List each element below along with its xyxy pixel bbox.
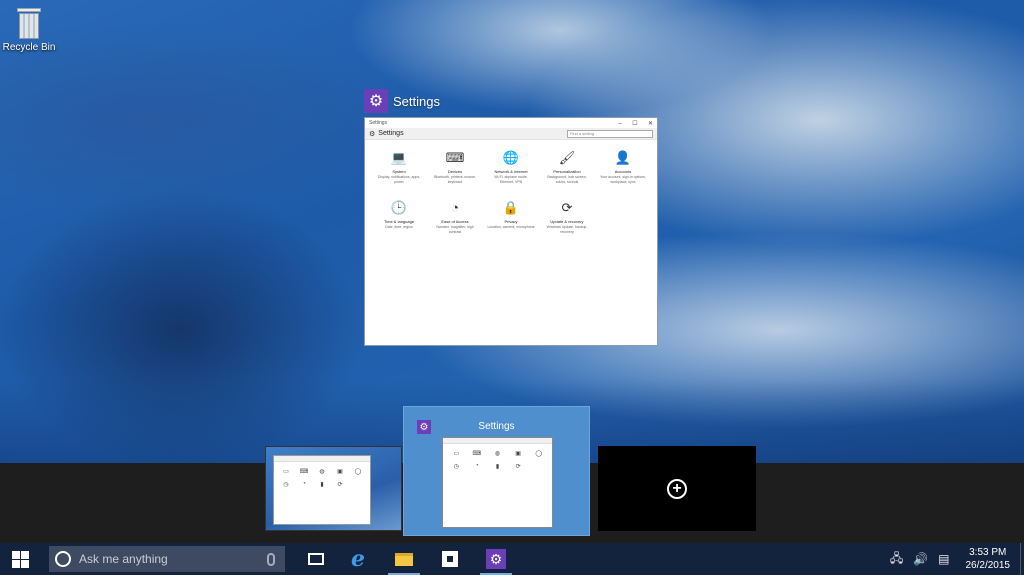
tile-name: System bbox=[392, 169, 406, 174]
tile-description: Windows Update, backup, recovery bbox=[546, 225, 588, 234]
personalization-icon: 🖌 bbox=[558, 150, 576, 165]
settings-header-title: Settings bbox=[378, 130, 404, 137]
window-titlebar: Settings – ☐ ✕ bbox=[365, 118, 657, 128]
task-view-button[interactable] bbox=[296, 543, 336, 575]
taskbar: Ask me anything e ⚙ 🖧 🔊 ▤ 3:53 PM 26/2/2… bbox=[0, 543, 1024, 575]
settings-window-preview[interactable]: Settings – ☐ ✕ ⚙ Settings Find a setting… bbox=[364, 117, 658, 346]
settings-category-grid: 💻 System Display, notifications, apps, pow… bbox=[371, 150, 653, 234]
time-language-icon: 🕒 bbox=[390, 200, 408, 215]
settings-tile[interactable]: ⌨ Devices Bluetooth, printers, mouse, keyb… bbox=[427, 150, 483, 184]
recycle-bin[interactable]: Recycle Bin bbox=[2, 4, 56, 53]
recycle-bin-label: Recycle Bin bbox=[2, 42, 56, 53]
settings-app-icon: ⚙ bbox=[364, 89, 388, 113]
mini-settings-window: ▭ ⌨ ◍ ▣ ◯ ◷ ◔ ▮ ⟳ bbox=[442, 437, 553, 528]
windows-logo-icon bbox=[11, 550, 29, 568]
clock-time: 3:53 PM bbox=[969, 547, 1007, 558]
task-view-icon bbox=[308, 553, 324, 565]
start-button[interactable] bbox=[0, 543, 40, 575]
close-icon: ✕ bbox=[647, 120, 653, 127]
tile-name: Update & recovery bbox=[550, 219, 584, 224]
lock-icon: 🔒 bbox=[502, 200, 520, 215]
minimize-icon: – bbox=[618, 120, 622, 127]
ease-of-access-icon: ◔ bbox=[451, 200, 459, 215]
internet-explorer-button[interactable]: e bbox=[338, 543, 378, 575]
devices-icon: ⌨ bbox=[445, 150, 465, 165]
settings-tile[interactable]: ⟳ Update & recovery Windows Update, backup… bbox=[539, 200, 595, 234]
tile-name: Ease of Access bbox=[441, 219, 469, 224]
search-placeholder: Ask me anything bbox=[79, 552, 168, 566]
tile-description: Location, camera, microphone bbox=[487, 225, 535, 229]
settings-tile[interactable]: ◔ Ease of Access Narrator, magnifier, high… bbox=[427, 200, 483, 234]
new-desktop-button[interactable]: + bbox=[598, 446, 756, 531]
microphone-icon[interactable] bbox=[267, 552, 275, 566]
cortana-icon bbox=[55, 551, 71, 567]
tile-description: Wi-Fi, airplane mode, Ethernet, VPN bbox=[494, 175, 528, 184]
window-title: Settings bbox=[369, 120, 388, 126]
action-center-icon[interactable]: ▤ bbox=[938, 552, 949, 566]
tile-name: Network & Internet bbox=[494, 169, 528, 174]
tile-description: Date, time, region bbox=[385, 225, 413, 229]
settings-header: ⚙ Settings Find a setting bbox=[365, 128, 657, 140]
show-desktop-button[interactable] bbox=[1020, 543, 1024, 575]
settings-tile[interactable]: 💻 System Display, notifications, apps, pow… bbox=[371, 150, 427, 184]
update-icon: ⟳ bbox=[561, 200, 573, 215]
preview-title: ⚙ Settings bbox=[364, 88, 440, 114]
globe-icon: 🌐 bbox=[502, 150, 520, 165]
maximize-icon: ☐ bbox=[632, 120, 638, 127]
tile-name: Devices bbox=[447, 169, 463, 174]
tile-description: Your account, sign-in options, workplace… bbox=[600, 175, 646, 184]
clock-date: 26/2/2015 bbox=[965, 560, 1011, 571]
plus-icon: + bbox=[667, 478, 687, 499]
tile-name: Personalization bbox=[553, 169, 581, 174]
store-icon bbox=[442, 551, 458, 567]
thumbnail-title: Settings bbox=[478, 421, 515, 432]
cortana-search-box[interactable]: Ask me anything bbox=[49, 546, 285, 572]
volume-icon[interactable]: 🔊 bbox=[913, 552, 928, 566]
mini-settings-window: ▭ ⌨ ◍ ▣ ◯ ◷ ◔ ▮ ⟳ bbox=[273, 455, 371, 525]
settings-tile[interactable]: 🌐 Network & Internet Wi-Fi, airplane mode,… bbox=[483, 150, 539, 184]
folder-icon bbox=[395, 552, 413, 566]
tile-description: Bluetooth, printers, mouse, keyboard bbox=[434, 175, 476, 184]
settings-tile[interactable]: 🖌 Personalization Background, lock screen,… bbox=[539, 150, 595, 184]
gear-icon: ⚙ bbox=[369, 130, 376, 138]
system-tray: 🖧 🔊 ▤ 3:53 PM 26/2/2015 bbox=[890, 543, 1024, 575]
person-icon: 👤 bbox=[614, 150, 632, 165]
settings-tile[interactable]: 🕒 Time & language Date, time, region bbox=[371, 200, 427, 234]
clock[interactable]: 3:53 PM 26/2/2015 bbox=[966, 546, 1011, 572]
desktop-thumbnail-1[interactable]: ▭ ⌨ ◍ ▣ ◯ ◷ ◔ ▮ ⟳ bbox=[265, 446, 402, 531]
window-controls: – ☐ ✕ bbox=[609, 120, 653, 127]
file-explorer-button[interactable] bbox=[384, 543, 424, 575]
network-icon[interactable]: 🖧 bbox=[890, 549, 903, 570]
tile-description: Narrator, magnifier, high contrast bbox=[436, 225, 474, 234]
tile-description: Background, lock screen, colors, sounds bbox=[547, 175, 587, 184]
laptop-icon: 💻 bbox=[390, 150, 408, 165]
recycle-bin-icon bbox=[16, 6, 42, 40]
tile-name: Accounts bbox=[614, 169, 632, 174]
gear-icon: ⚙ bbox=[486, 549, 506, 569]
find-setting-input: Find a setting bbox=[567, 129, 653, 138]
settings-taskbar-button[interactable]: ⚙ bbox=[476, 543, 516, 575]
preview-app-title: Settings bbox=[393, 93, 440, 109]
tile-name: Privacy bbox=[504, 219, 518, 224]
tile-name: Time & language bbox=[383, 219, 415, 224]
settings-tile[interactable]: 👤 Accounts Your account, sign-in options, … bbox=[595, 150, 651, 184]
tile-description: Display, notifications, apps, power bbox=[377, 175, 421, 184]
store-button[interactable] bbox=[430, 543, 470, 575]
internet-explorer-icon: e bbox=[351, 546, 365, 572]
desktop-thumbnail-2[interactable]: ⚙ Settings ▭ ⌨ ◍ ▣ ◯ ◷ ◔ ▮ ⟳ bbox=[403, 406, 590, 536]
settings-tile[interactable]: 🔒 Privacy Location, camera, microphone bbox=[483, 200, 539, 234]
